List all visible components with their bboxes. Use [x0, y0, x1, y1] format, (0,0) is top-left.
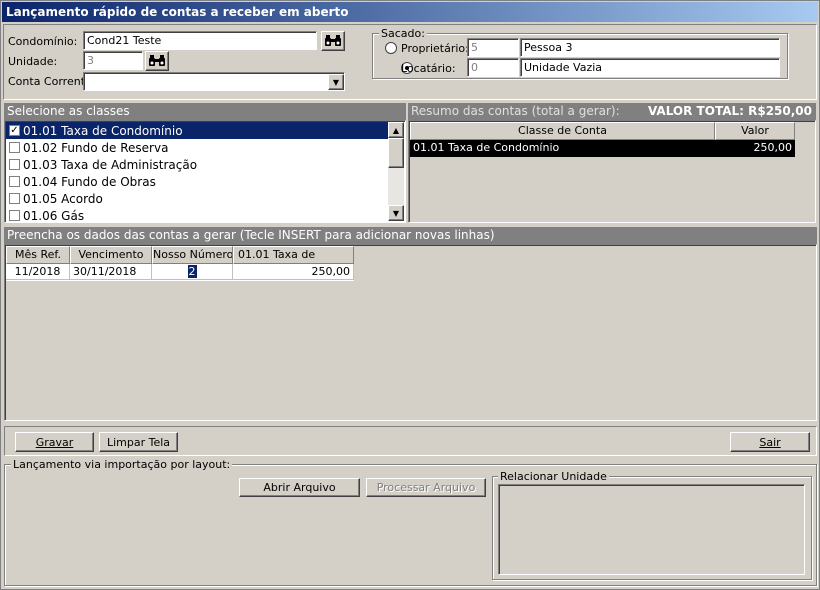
sacado-legend: Sacado: [379, 27, 427, 40]
list-item[interactable]: 01.02 Fundo de Reserva [6, 139, 388, 156]
class-label: 01.02 Fundo de Reserva [23, 140, 169, 155]
class-label: 01.05 Acordo [23, 191, 103, 206]
locatario-code-input[interactable]: 0 [467, 58, 519, 77]
chevron-up-icon: ▲ [392, 125, 400, 135]
conta-corrente-select[interactable] [83, 72, 345, 91]
dados-col-vencimento[interactable]: Vencimento [70, 246, 152, 264]
locatario-label: Locatário: [401, 62, 456, 75]
sair-label: Sair [759, 435, 781, 449]
class-label: 01.06 Gás [23, 208, 85, 223]
valor-total: VALOR TOTAL: R$250,00 [647, 104, 812, 118]
unidade-input[interactable]: 3 [83, 51, 143, 70]
class-label: 01.04 Fundo de Obras [23, 174, 156, 189]
class-checkbox[interactable]: ✓ [9, 125, 20, 136]
unidade-search-button[interactable] [145, 51, 169, 71]
condominio-search-button[interactable] [321, 31, 345, 51]
processar-label: Processar Arquivo [376, 481, 476, 494]
list-item[interactable]: ✓ 01.01 Taxa de Condomínio [6, 122, 388, 139]
class-checkbox[interactable] [9, 159, 20, 170]
nosso-numero-value: 2 [187, 265, 197, 278]
sair-button[interactable]: Sair [730, 432, 810, 452]
dados-cell-mes[interactable]: 11/2018 [6, 264, 70, 280]
dados-grid: Mês Ref. Vencimento Nosso Número 01.01 T… [4, 244, 817, 421]
abrir-arquivo-button[interactable]: Abrir Arquivo [239, 478, 360, 497]
resumo-col-classe[interactable]: Classe de Conta [410, 122, 715, 140]
class-label: 01.01 Taxa de Condomínio [23, 123, 183, 138]
resumo-header: Resumo das contas (total a gerar): VALOR… [408, 103, 816, 120]
resumo-row-valor: 250,00 [753, 141, 793, 154]
dados-col-nosso-numero[interactable]: Nosso Número [152, 246, 233, 264]
importacao-legend: Lançamento via importação por layout: [11, 458, 233, 471]
chevron-down-icon: ▼ [332, 77, 340, 87]
classes-scrollbar[interactable]: ▲ ▼ [388, 122, 404, 221]
class-checkbox[interactable] [9, 193, 20, 204]
list-item[interactable]: 01.06 Gás [6, 207, 388, 223]
table-row[interactable]: 01.01 Taxa de Condomínio 250,00 [410, 140, 795, 157]
conta-corrente-dropdown-button[interactable]: ▼ [328, 74, 344, 90]
proprietario-name-input[interactable]: Pessoa 3 [520, 38, 780, 57]
relacionar-legend: Relacionar Unidade [498, 470, 609, 483]
scroll-thumb[interactable] [388, 138, 404, 168]
resumo-col-valor[interactable]: Valor [715, 122, 795, 140]
dados-col-mes[interactable]: Mês Ref. [6, 246, 70, 264]
limpar-label: Limpar Tela [106, 435, 171, 449]
main-window: Lançamento rápido de contas a receber em… [0, 0, 820, 590]
classes-list: ✓ 01.01 Taxa de Condomínio 01.02 Fundo de … [4, 120, 406, 223]
list-item[interactable]: 01.04 Fundo de Obras [6, 173, 388, 190]
class-checkbox[interactable] [9, 142, 20, 153]
limpar-tela-button[interactable]: Limpar Tela [99, 432, 178, 452]
scroll-up-button[interactable]: ▲ [388, 122, 404, 138]
list-item[interactable]: 01.05 Acordo [6, 190, 388, 207]
class-label: 01.03 Taxa de Administração [23, 157, 198, 172]
gravar-label: Gravar [35, 435, 74, 449]
dados-cell-vencimento[interactable]: 30/11/2018 [70, 264, 152, 280]
dados-cell-nosso-numero[interactable]: 2 [152, 264, 233, 280]
table-row[interactable]: 11/2018 30/11/2018 2 250,00 [6, 264, 354, 281]
class-checkbox[interactable] [9, 176, 20, 187]
locatario-name-input[interactable]: Unidade Vazia [520, 58, 780, 77]
unidade-label: Unidade: [8, 55, 58, 68]
processar-arquivo-button[interactable]: Processar Arquivo [366, 478, 486, 497]
condominio-label: Condomínio: [8, 35, 78, 48]
list-item[interactable]: 01.03 Taxa de Administração [6, 156, 388, 173]
chevron-down-icon: ▼ [392, 208, 400, 218]
resumo-grid: Classe de Conta Valor 01.01 Taxa de Cond… [408, 120, 816, 223]
proprietario-label: Proprietário: [401, 42, 469, 55]
resumo-title: Resumo das contas (total a gerar): [411, 104, 620, 118]
proprietario-radio[interactable] [385, 42, 397, 54]
dados-cell-taxa[interactable]: 250,00 [233, 264, 354, 280]
binoculars-icon [149, 55, 165, 66]
dados-col-taxa[interactable]: 01.01 Taxa de [233, 246, 354, 264]
condominio-input[interactable]: Cond21 Teste [83, 31, 317, 50]
classes-header: Selecione as classes [4, 103, 406, 120]
scroll-down-button[interactable]: ▼ [388, 205, 404, 221]
relacionar-unidade-list[interactable] [498, 484, 805, 575]
abrir-label: Abrir Arquivo [263, 481, 336, 494]
gravar-button[interactable]: Gravar [15, 432, 94, 452]
resumo-row-classe: 01.01 Taxa de Condomínio [413, 141, 560, 154]
binoculars-icon [325, 35, 341, 46]
proprietario-code-input[interactable]: 5 [467, 38, 519, 57]
dados-header: Preencha os dados das contas a gerar (Te… [4, 227, 817, 244]
window-title: Lançamento rápido de contas a receber em… [2, 2, 818, 22]
class-checkbox[interactable] [9, 210, 20, 221]
